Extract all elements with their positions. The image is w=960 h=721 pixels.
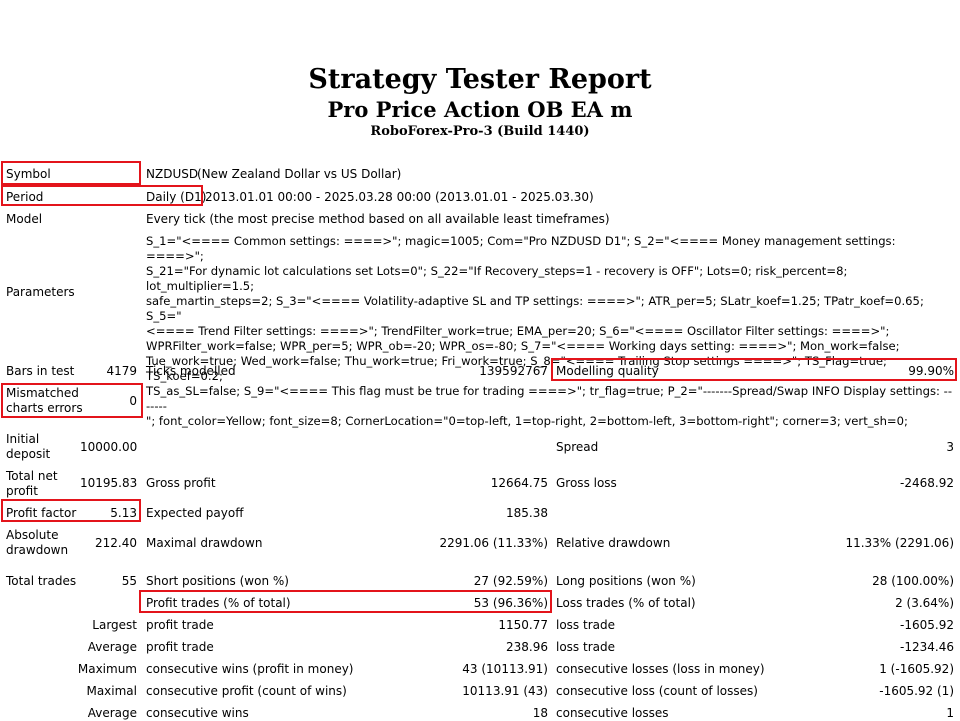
average-consecutive-wins-value: 18	[532, 706, 548, 720]
gross-loss-value: -2468.92	[900, 476, 954, 490]
largest-loss-trade-label: loss trade	[556, 618, 615, 632]
short-positions-label: Short positions (won %)	[146, 574, 289, 588]
long-positions-value: 28 (100.00%)	[872, 574, 954, 588]
total-trades-label: Total trades	[6, 574, 77, 588]
relative-drawdown-label: Relative drawdown	[556, 536, 671, 550]
ea-name: Pro Price Action OB EA m	[327, 97, 633, 122]
absolute-drawdown-label-line2: drawdown	[6, 543, 69, 557]
average-profit-trade-value: 238.96	[506, 640, 548, 654]
ticks-label: Ticks modelled	[146, 364, 236, 378]
symbol-code: NZDUSD	[146, 167, 199, 181]
bars-label: Bars in test	[6, 364, 75, 378]
average-loss-trade-value: -1234.46	[900, 640, 954, 654]
gross-profit-value: 12664.75	[490, 476, 548, 490]
net-profit-label-line1: Total net	[6, 469, 58, 483]
average-loss-trade-label: loss trade	[556, 640, 615, 654]
net-profit-value: 10195.83	[80, 476, 138, 490]
max-consecutive-wins-value: 43 (10113.91)	[462, 662, 548, 676]
symbol-description: (New Zealand Dollar vs US Dollar)	[197, 167, 402, 181]
highlight-box-period	[1, 185, 203, 206]
ticks-value: 139592767	[479, 364, 548, 378]
initial-deposit-value: 10000.00	[80, 440, 138, 454]
absolute-drawdown-value: 212.40	[95, 536, 137, 550]
maximal-consecutive-profit-value: 10113.91 (43)	[462, 684, 548, 698]
model-value: Every tick (the most precise method base…	[146, 212, 610, 226]
gross-loss-label: Gross loss	[556, 476, 617, 490]
highlight-box-mismatched-errors	[1, 383, 143, 418]
spread-value: 3	[946, 440, 954, 454]
bars-value: 4179	[106, 364, 137, 378]
maximal-consecutive-profit-label: consecutive profit (count of wins)	[146, 684, 347, 698]
model-label: Model	[6, 212, 43, 226]
spread-label: Spread	[556, 440, 599, 454]
loss-trades-value: 2 (3.64%)	[895, 596, 954, 610]
maximal-consecutive-loss-value: -1605.92 (1)	[879, 684, 954, 698]
average-consecutive-label: Average	[87, 706, 137, 720]
average-label: Average	[87, 640, 137, 654]
short-positions-value: 27 (92.59%)	[473, 574, 548, 588]
maximal-consecutive-loss-label: consecutive loss (count of losses)	[556, 684, 758, 698]
max-consecutive-wins-label: consecutive wins (profit in money)	[146, 662, 354, 676]
report-title: Strategy Tester Report	[308, 64, 652, 95]
maximal-label: Maximal	[86, 684, 137, 698]
highlight-box-symbol	[1, 161, 141, 185]
expected-payoff-value: 185.38	[506, 506, 548, 520]
max-consecutive-losses-label: consecutive losses (loss in money)	[556, 662, 765, 676]
server-build: RoboForex-Pro-3 (Build 1440)	[370, 124, 590, 139]
maximal-drawdown-value: 2291.06 (11.33%)	[439, 536, 548, 550]
parameters-value: S_1="<==== Common settings: ====>"; magi…	[146, 234, 953, 428]
largest-loss-trade-value: -1605.92	[900, 618, 954, 632]
average-profit-trade-label: profit trade	[146, 640, 214, 654]
net-profit-label-line2: profit	[6, 484, 38, 498]
average-consecutive-losses-value: 1	[946, 706, 954, 720]
max-consecutive-losses-value: 1 (-1605.92)	[879, 662, 954, 676]
highlight-box-modelling-quality	[551, 358, 957, 381]
average-consecutive-wins-label: consecutive wins	[146, 706, 249, 720]
maximal-drawdown-label: Maximal drawdown	[146, 536, 263, 550]
relative-drawdown-value: 11.33% (2291.06)	[845, 536, 954, 550]
loss-trades-label: Loss trades (% of total)	[556, 596, 696, 610]
largest-label: Largest	[92, 618, 137, 632]
period-range: 2013.01.01 00:00 - 2025.03.28 00:00 (201…	[205, 190, 594, 204]
highlight-box-profit-factor	[1, 499, 141, 522]
initial-deposit-label-line1: Initial	[6, 432, 40, 446]
gross-profit-label: Gross profit	[146, 476, 216, 490]
long-positions-label: Long positions (won %)	[556, 574, 696, 588]
total-trades-value: 55	[121, 574, 137, 588]
parameters-label: Parameters	[6, 285, 75, 299]
maximum-label: Maximum	[77, 662, 137, 676]
expected-payoff-label: Expected payoff	[146, 506, 244, 520]
absolute-drawdown-label-line1: Absolute	[6, 528, 59, 542]
largest-profit-trade-label: profit trade	[146, 618, 214, 632]
initial-deposit-label-line2: deposit	[6, 447, 51, 461]
largest-profit-trade-value: 1150.77	[498, 618, 548, 632]
highlight-box-profit-trades	[139, 590, 552, 613]
average-consecutive-losses-label: consecutive losses	[556, 706, 669, 720]
